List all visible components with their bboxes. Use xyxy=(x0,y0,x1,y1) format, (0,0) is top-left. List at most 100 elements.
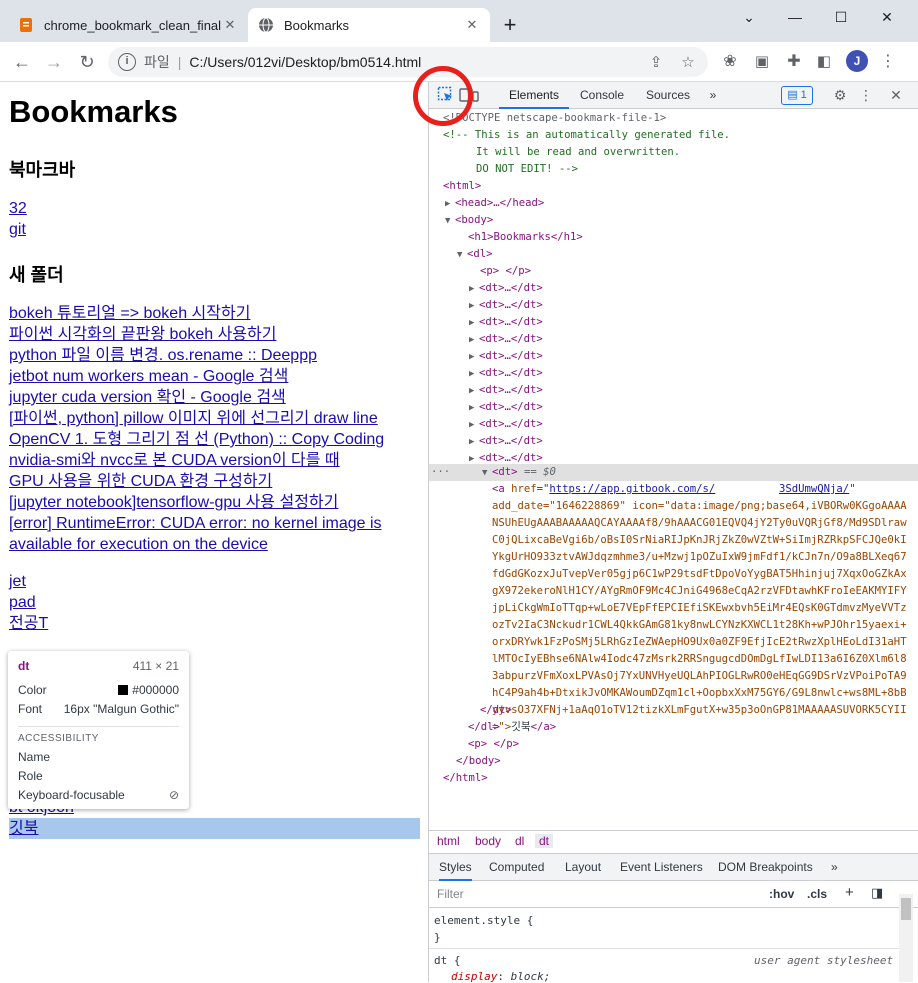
star-icon[interactable]: ☆ xyxy=(676,53,700,71)
more-tabs-icon[interactable]: » xyxy=(701,82,725,109)
subtab-styles[interactable]: Styles xyxy=(439,854,472,881)
bookmark-link[interactable]: pad xyxy=(9,592,36,613)
dom-dl-node[interactable]: ▼ <dl> xyxy=(457,246,493,263)
dom-p-node[interactable]: <p> </p> xyxy=(468,736,519,753)
info-icon[interactable]: i xyxy=(118,53,136,71)
collapse-triangle-icon[interactable]: ▼ xyxy=(445,213,455,230)
minimize-icon[interactable]: — xyxy=(780,6,810,28)
bookmark-link[interactable]: python 파일 이름 변경. os.rename :: Deeppp xyxy=(9,345,317,366)
dt-rule-selector[interactable]: dt { xyxy=(434,954,461,967)
breadcrumb-dl[interactable]: dl xyxy=(515,834,524,848)
dom-body-node[interactable]: ▼ <body> xyxy=(445,212,493,229)
avatar[interactable]: J xyxy=(846,50,868,72)
expand-triangle-icon[interactable]: ▶ xyxy=(469,298,479,315)
reload-icon[interactable]: ↻ xyxy=(75,50,99,74)
href-link[interactable]: https://app.gitbook.com/s/ xyxy=(549,483,715,495)
url-text[interactable]: C:/Users/012vi/Desktop/bm0514.html xyxy=(189,54,644,70)
maximize-icon[interactable]: ☐ xyxy=(826,6,856,28)
subtab-dom-breakpoints[interactable]: DOM Breakpoints xyxy=(718,854,813,881)
dom-dt-node[interactable]: ▶ <dt>…</dt> xyxy=(469,331,543,348)
dom-dt-node[interactable]: ▶ <dt>…</dt> xyxy=(469,314,543,331)
breadcrumb-body[interactable]: body xyxy=(475,834,501,848)
ellipsis-icon[interactable]: ··· xyxy=(431,466,450,478)
more-subtabs-icon[interactable]: » xyxy=(831,854,838,881)
bookmark-link[interactable]: git xyxy=(9,219,26,240)
more-options-icon[interactable]: ⋮ xyxy=(857,86,875,104)
dom-comment[interactable]: <!-- This is an automatically generated … xyxy=(443,127,730,144)
element-style-rule[interactable]: element.style { xyxy=(434,914,533,927)
styles-scrollbar[interactable] xyxy=(899,894,913,982)
expand-triangle-icon[interactable]: ▶ xyxy=(469,332,479,349)
dom-dt-node[interactable]: ▶ <dt>…</dt> xyxy=(469,433,543,450)
bookmark-link[interactable]: 전공T xyxy=(9,613,48,634)
breadcrumb-html[interactable]: html xyxy=(437,834,460,848)
breadcrumb-dt[interactable]: dt xyxy=(535,834,554,848)
issues-badge[interactable]: ▤ 1 xyxy=(781,86,813,105)
cls-toggle[interactable]: .cls xyxy=(807,887,827,901)
bookmark-link[interactable]: GPU 사용을 위한 CUDA 환경 구성하기 xyxy=(9,471,272,492)
tab-search-icon[interactable]: ⌄ xyxy=(734,6,764,28)
close-devtools-icon[interactable]: ✕ xyxy=(887,86,905,104)
bookmark-link[interactable]: bokeh 튜토리얼 => bokeh 시작하기 xyxy=(9,303,250,324)
expand-triangle-icon[interactable]: ▶ xyxy=(469,434,479,451)
hov-toggle[interactable]: :hov xyxy=(769,887,794,901)
dom-dt-selected[interactable]: ··· ▼ <dt> == $0 xyxy=(431,464,556,481)
style-declaration[interactable]: display: block; xyxy=(451,970,550,983)
address-bar[interactable]: i 파일 | C:/Users/012vi/Desktop/bm0514.htm… xyxy=(108,47,708,77)
tab-chrome-bookmark[interactable]: chrome_bookmark_clean_final - ✕ xyxy=(8,8,248,42)
bookmark-link[interactable]: [jupyter notebook]tensorflow-gpu 사용 설정하기 xyxy=(9,492,338,513)
dom-dt-node[interactable]: ▶ <dt>…</dt> xyxy=(469,365,543,382)
bookmark-link[interactable]: [error] RuntimeError: CUDA error: no ker… xyxy=(9,513,419,555)
bookmark-link[interactable]: 파이썬 시각화의 끝판왕 bokeh 사용하기 xyxy=(9,324,276,345)
dom-dt-node[interactable]: ▶ <dt>…</dt> xyxy=(469,348,543,365)
bookmark-link[interactable]: 32 xyxy=(9,198,27,219)
puzzle-icon[interactable]: ✚ xyxy=(782,50,806,74)
close-icon[interactable]: ✕ xyxy=(464,17,480,33)
menu-icon[interactable]: ⋮ xyxy=(876,50,900,74)
new-tab-button[interactable]: + xyxy=(498,14,522,38)
expand-triangle-icon[interactable]: ▶ xyxy=(469,417,479,434)
dom-p-node[interactable]: <p> </p> xyxy=(480,263,531,280)
expand-triangle-icon[interactable]: ▶ xyxy=(469,315,479,332)
expand-triangle-icon[interactable]: ▶ xyxy=(445,196,455,213)
settings-icon[interactable]: ⚙ xyxy=(831,86,849,104)
window-close-icon[interactable]: ✕ xyxy=(872,6,902,28)
dom-h1-node[interactable]: <h1>Bookmarks</h1> xyxy=(468,229,583,246)
extension-icon[interactable]: ❀ xyxy=(718,50,742,74)
bookmark-link[interactable]: OpenCV 1. 도형 그리기 점 선 (Python) :: Copy Co… xyxy=(9,429,384,450)
dom-dt-node[interactable]: ▶ <dt>…</dt> xyxy=(469,399,543,416)
tab-bookmarks[interactable]: Bookmarks ✕ xyxy=(248,8,490,42)
dom-dt-node[interactable]: ▶ <dt>…</dt> xyxy=(469,416,543,433)
forward-icon[interactable]: → xyxy=(42,50,66,74)
bookmark-link[interactable]: jet xyxy=(9,571,26,592)
sidepanel-icon[interactable]: ◧ xyxy=(812,50,836,74)
tab-sources[interactable]: Sources xyxy=(635,82,701,109)
dom-anchor-node[interactable]: <a href="https://app.gitbook.com/s/ 3SdU… xyxy=(492,481,856,498)
expand-triangle-icon[interactable]: ▶ xyxy=(469,383,479,400)
collapse-triangle-icon[interactable]: ▼ xyxy=(482,465,492,482)
dom-head-node[interactable]: ▶ <head>…</head> xyxy=(445,195,544,212)
tab-console[interactable]: Console xyxy=(569,82,635,109)
expand-triangle-icon[interactable]: ▶ xyxy=(469,349,479,366)
bookmark-link[interactable]: [파이썬, python] pillow 이미지 위에 선그리기 draw li… xyxy=(9,408,378,429)
subtab-event-listeners[interactable]: Event Listeners xyxy=(620,854,703,881)
bookmark-link[interactable]: jetbot num workers mean - Google 검색 xyxy=(9,366,288,387)
subtab-layout[interactable]: Layout xyxy=(565,854,601,881)
filter-input[interactable]: Filter xyxy=(437,887,464,901)
tab-elements[interactable]: Elements xyxy=(499,82,569,109)
dom-doctype[interactable]: <!DOCTYPE netscape-bookmark-file-1> xyxy=(443,110,666,127)
screenshot-icon[interactable]: ▣ xyxy=(750,50,774,74)
bookmark-link[interactable]: nvidia-smi와 nvcc로 본 CUDA version이 다를 때 xyxy=(9,450,340,471)
scrollbar-thumb[interactable] xyxy=(901,898,911,920)
back-icon[interactable]: ← xyxy=(10,50,34,74)
expand-triangle-icon[interactable]: ▶ xyxy=(469,281,479,298)
toggle-sidebar-icon[interactable]: ◨ xyxy=(871,885,883,901)
dom-dt-node[interactable]: ▶ <dt>…</dt> xyxy=(469,297,543,314)
dom-dt-node[interactable]: ▶ <dt>…</dt> xyxy=(469,382,543,399)
share-icon[interactable]: ⇪ xyxy=(644,53,668,71)
bookmark-link[interactable]: jupyter cuda version 확인 - Google 검색 xyxy=(9,387,286,408)
expand-triangle-icon[interactable]: ▶ xyxy=(469,400,479,417)
new-rule-icon[interactable]: + xyxy=(845,884,854,901)
bookmark-link-gitbook[interactable]: 깃북 xyxy=(9,818,38,839)
subtab-computed[interactable]: Computed xyxy=(489,854,544,881)
